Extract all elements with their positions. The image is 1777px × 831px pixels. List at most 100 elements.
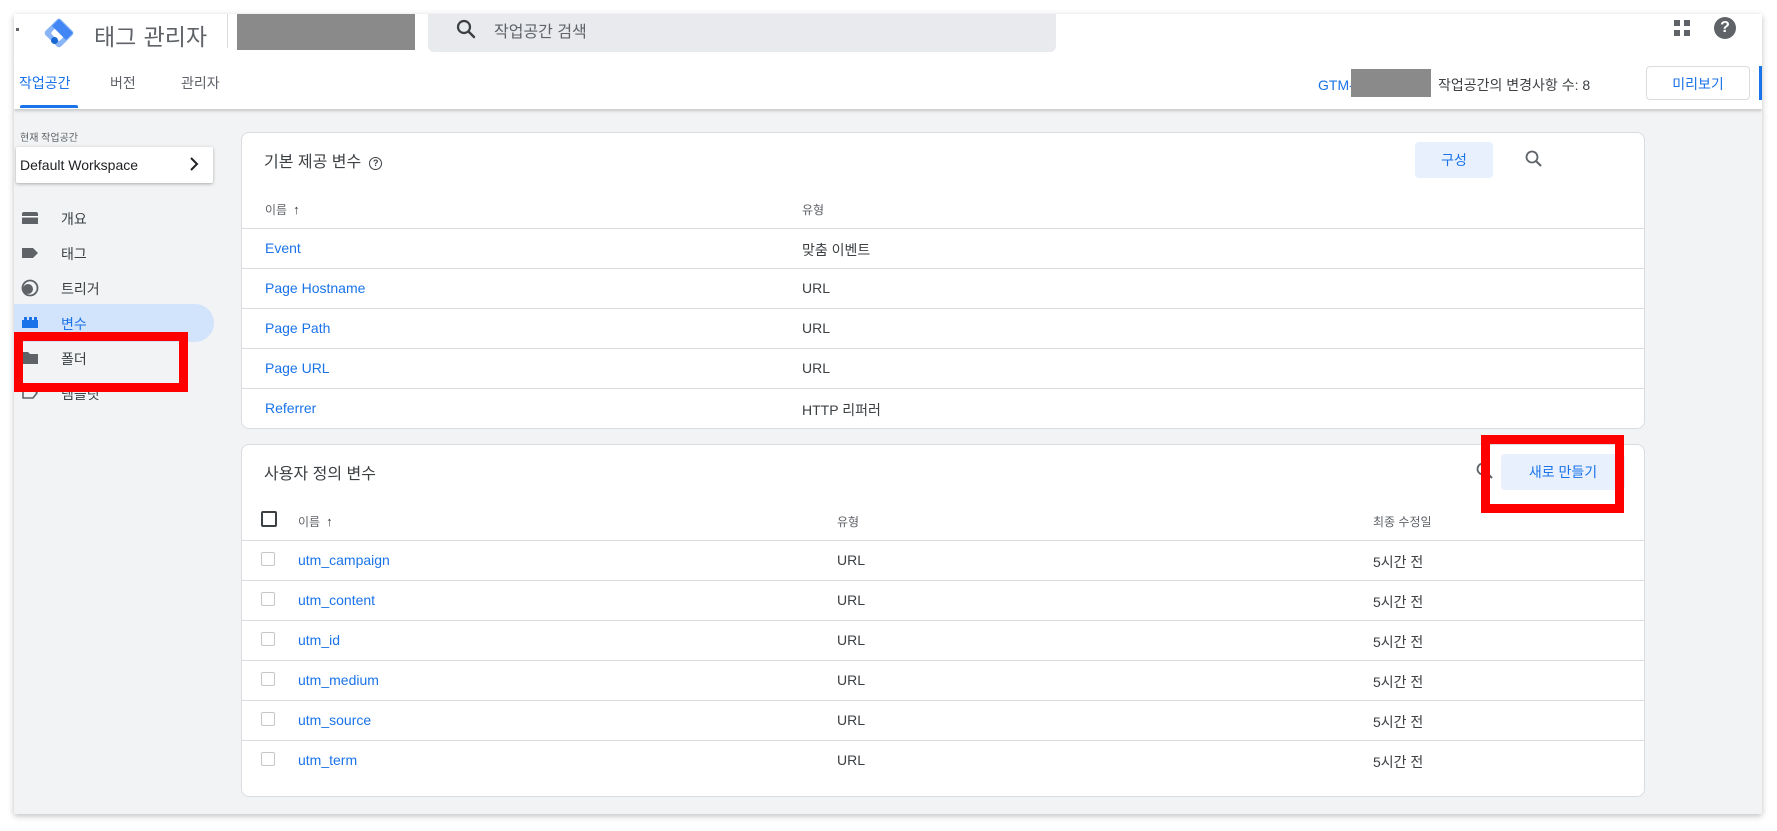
sidebar-item-overview[interactable]: 개요 bbox=[14, 199, 214, 237]
highlight-box-variables bbox=[14, 332, 188, 392]
sidebar-item-label: 태그 bbox=[61, 246, 87, 262]
current-workspace-label: 현재 작업공간 bbox=[20, 133, 78, 144]
highlight-box-new-button bbox=[1481, 435, 1624, 513]
table-row[interactable]: utm_id URL 5시간 전 bbox=[242, 620, 1644, 660]
variable-name-link[interactable]: Event bbox=[265, 240, 301, 256]
variable-type: URL bbox=[837, 712, 866, 728]
sidebar-item-triggers[interactable]: 트리거 bbox=[14, 269, 214, 307]
preview-button[interactable]: 미리보기 bbox=[1646, 66, 1750, 100]
row-checkbox[interactable] bbox=[261, 592, 275, 606]
variable-type: URL bbox=[837, 752, 866, 768]
variable-type: URL bbox=[837, 672, 866, 688]
table-row[interactable]: utm_campaign URL 5시간 전 bbox=[242, 540, 1644, 580]
row-checkbox[interactable] bbox=[261, 672, 275, 686]
row-checkbox[interactable] bbox=[261, 712, 275, 726]
workspace-search[interactable]: 작업공간 검색 bbox=[428, 14, 1056, 52]
last-modified: 5시간 전 bbox=[1373, 754, 1424, 770]
gtm-logo-icon bbox=[44, 18, 74, 48]
container-id-redacted bbox=[1351, 69, 1431, 97]
column-header-name-label: 이름 bbox=[298, 515, 321, 529]
top-header: 태그 관리자 작업공간 검색 ? bbox=[14, 14, 1762, 61]
variable-name-link[interactable]: utm_campaign bbox=[298, 552, 390, 568]
sidebar-item-label: 트리거 bbox=[61, 281, 100, 297]
chevron-right-icon bbox=[190, 157, 199, 171]
table-row[interactable]: utm_term URL 5시간 전 bbox=[242, 740, 1644, 780]
variable-type: URL bbox=[837, 632, 866, 648]
row-checkbox[interactable] bbox=[261, 552, 275, 566]
workspace-nav: 작업공간 버전 관리자 GTM- 작업공간의 변경사항 수: 8 미리보기 bbox=[14, 60, 1762, 109]
builtin-variables-title: 기본 제공 변수? bbox=[264, 148, 383, 172]
variable-name-link[interactable]: Page Path bbox=[265, 320, 330, 336]
search-icon bbox=[456, 19, 476, 39]
user-defined-variables-title: 사용자 정의 변수 bbox=[264, 466, 376, 483]
column-header-name[interactable]: 이름 ↑ bbox=[298, 513, 333, 530]
app-title: 태그 관리자 bbox=[94, 25, 208, 51]
column-header-modified: 최종 수정일 bbox=[1373, 515, 1432, 529]
trigger-icon bbox=[21, 279, 39, 297]
tab-admin[interactable]: 관리자 bbox=[181, 73, 220, 93]
workspace-changes-count: 작업공간의 변경사항 수: 8 bbox=[1438, 77, 1591, 93]
row-checkbox[interactable] bbox=[261, 752, 275, 766]
builtin-variables-card: 기본 제공 변수? 구성 이름 ↑ 유형 Event 맞춤 이벤트 Page Ho… bbox=[241, 132, 1645, 429]
row-checkbox[interactable] bbox=[261, 632, 275, 646]
search-icon[interactable] bbox=[1524, 149, 1544, 169]
column-header-name[interactable]: 이름 ↑ bbox=[265, 201, 300, 218]
variable-type: URL bbox=[802, 280, 831, 296]
workspace-selector[interactable]: Default Workspace bbox=[16, 147, 213, 183]
sidebar-item-label: 변수 bbox=[61, 316, 87, 332]
search-placeholder: 작업공간 검색 bbox=[494, 24, 587, 41]
variable-type: URL bbox=[837, 552, 866, 568]
column-header-name-label: 이름 bbox=[265, 203, 288, 217]
tab-versions[interactable]: 버전 bbox=[110, 73, 136, 93]
variable-type: HTTP 리퍼러 bbox=[802, 402, 881, 418]
table-row[interactable]: Event 맞춤 이벤트 bbox=[242, 228, 1644, 268]
table-row[interactable]: Page Path URL bbox=[242, 308, 1644, 348]
last-modified: 5시간 전 bbox=[1373, 634, 1424, 650]
configure-button[interactable]: 구성 bbox=[1415, 142, 1493, 178]
builtin-variables-title-text: 기본 제공 변수 bbox=[264, 154, 362, 171]
variables-icon bbox=[22, 317, 38, 328]
variable-name-link[interactable]: utm_id bbox=[298, 632, 340, 648]
workspace-name: Default Workspace bbox=[20, 157, 139, 173]
column-header-type: 유형 bbox=[802, 203, 825, 217]
submit-button-edge[interactable] bbox=[1759, 66, 1762, 100]
last-modified: 5시간 전 bbox=[1373, 714, 1424, 730]
last-modified: 5시간 전 bbox=[1373, 674, 1424, 690]
sidebar-item-label: 개요 bbox=[61, 211, 87, 227]
apps-grid-icon[interactable] bbox=[1673, 19, 1691, 37]
variable-name-link[interactable]: Referrer bbox=[265, 400, 316, 416]
variable-name-link[interactable]: utm_term bbox=[298, 752, 357, 768]
table-row[interactable]: Page URL URL bbox=[242, 348, 1644, 388]
variable-type: 맞춤 이벤트 bbox=[802, 242, 871, 258]
tag-icon bbox=[22, 248, 38, 258]
sidebar-item-tags[interactable]: 태그 bbox=[14, 234, 214, 272]
variable-name-link[interactable]: utm_source bbox=[298, 712, 371, 728]
table-row[interactable]: utm_medium URL 5시간 전 bbox=[242, 660, 1644, 700]
variable-type: URL bbox=[837, 592, 866, 608]
container-id[interactable]: GTM- bbox=[1318, 77, 1354, 93]
arrow-up-icon: ↑ bbox=[293, 202, 300, 217]
table-row[interactable]: Page Hostname URL bbox=[242, 268, 1644, 308]
variable-name-link[interactable]: Page URL bbox=[265, 360, 330, 376]
variable-name-link[interactable]: utm_medium bbox=[298, 672, 379, 688]
table-row[interactable]: utm_source URL 5시간 전 bbox=[242, 700, 1644, 740]
user-defined-variables-card: 사용자 정의 변수 새로 만들기 이름 ↑ 유형 최종 수정일 utm_campa… bbox=[241, 444, 1645, 797]
table-row[interactable]: utm_content URL 5시간 전 bbox=[242, 580, 1644, 620]
header-divider bbox=[227, 14, 228, 48]
last-modified: 5시간 전 bbox=[1373, 554, 1424, 570]
help-icon[interactable]: ? bbox=[1714, 17, 1736, 39]
variable-type: URL bbox=[802, 360, 831, 376]
select-all-checkbox[interactable] bbox=[261, 511, 277, 527]
tab-workspace[interactable]: 작업공간 bbox=[19, 73, 71, 93]
active-tab-indicator bbox=[20, 105, 78, 108]
header-edge-dot bbox=[16, 28, 19, 31]
help-circle-icon[interactable]: ? bbox=[369, 157, 383, 170]
variable-type: URL bbox=[802, 320, 831, 336]
variable-name-link[interactable]: Page Hostname bbox=[265, 280, 365, 296]
column-header-type: 유형 bbox=[837, 515, 860, 529]
variable-name-link[interactable]: utm_content bbox=[298, 592, 375, 608]
tag-manager-window: 태그 관리자 작업공간 검색 ? 작업공간 버전 관리자 GTM- 작업공간의 … bbox=[14, 14, 1762, 814]
last-modified: 5시간 전 bbox=[1373, 594, 1424, 610]
table-row[interactable]: Referrer HTTP 리퍼러 bbox=[242, 388, 1644, 428]
account-selector-redacted[interactable] bbox=[237, 14, 415, 50]
